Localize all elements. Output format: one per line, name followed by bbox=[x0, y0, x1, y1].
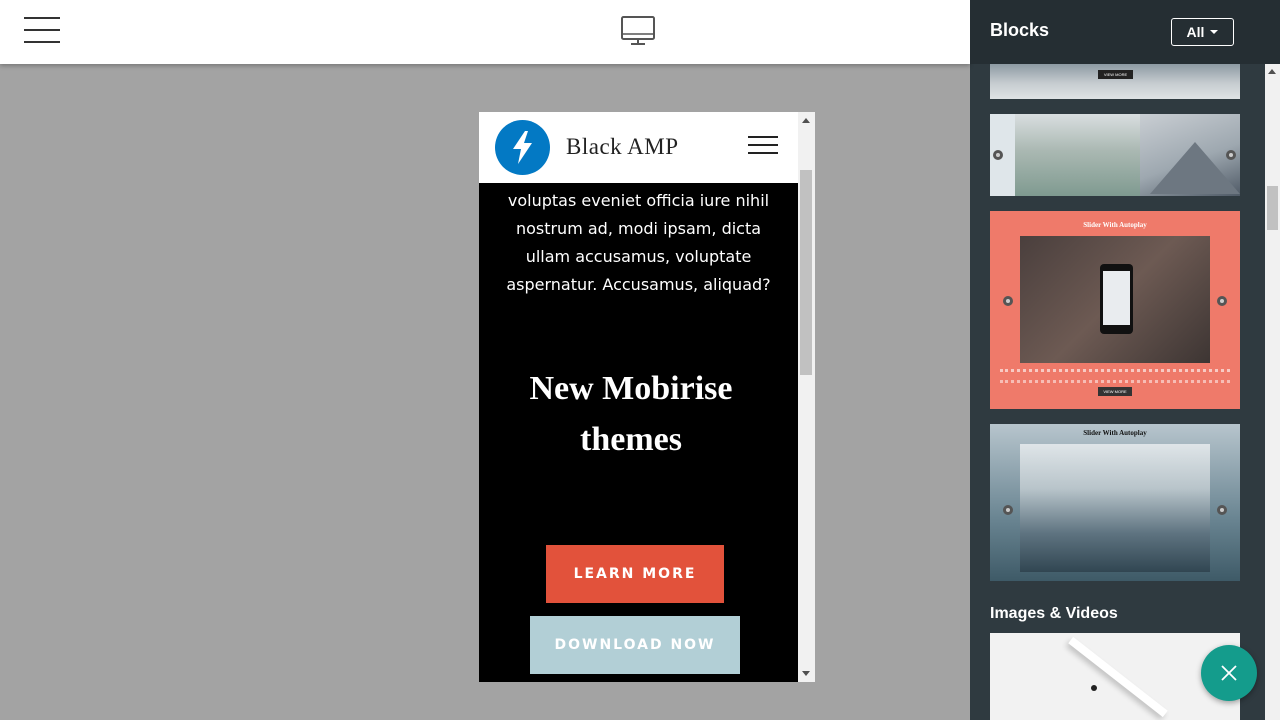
blocks-panel: Blocks All VIEW MORE Slider With Autopla… bbox=[970, 0, 1280, 720]
block-thumbnail[interactable]: VIEW MORE bbox=[990, 64, 1240, 99]
slider-next-icon bbox=[1226, 150, 1236, 160]
thumbnail-device-image bbox=[1068, 636, 1168, 718]
panel-scrollbar-thumb[interactable] bbox=[1267, 186, 1278, 230]
thumbnail-view-more: VIEW MORE bbox=[1098, 70, 1133, 79]
all-filter-label: All bbox=[1186, 24, 1205, 40]
slider-prev-icon bbox=[1003, 296, 1013, 306]
site-brand[interactable]: Black AMP bbox=[566, 134, 678, 160]
thumbnail-mountain-peak bbox=[1150, 142, 1240, 194]
block-thumbnail[interactable]: Slider With Autoplay bbox=[990, 424, 1240, 581]
thumbnail-title: Slider With Autoplay bbox=[1083, 429, 1147, 437]
scroll-up-arrow-icon[interactable] bbox=[802, 118, 810, 123]
learn-more-button[interactable]: LEARN MORE bbox=[546, 545, 724, 603]
block-thumbnail[interactable]: Slider With Autoplay VIEW MORE bbox=[990, 211, 1240, 409]
thumbnail-title: Slider With Autoplay bbox=[1083, 221, 1147, 229]
section-title-images-videos: Images & Videos bbox=[990, 605, 1118, 622]
slider-next-icon bbox=[1217, 296, 1227, 306]
scroll-down-arrow-icon[interactable] bbox=[802, 671, 810, 676]
desktop-monitor-icon[interactable] bbox=[620, 16, 656, 46]
close-icon bbox=[1221, 665, 1237, 681]
blocks-panel-header: Blocks All bbox=[970, 0, 1280, 64]
blocks-panel-title: Blocks bbox=[990, 20, 1050, 40]
mobile-preview: Black AMP voluptas eveniet officia iure … bbox=[479, 112, 815, 682]
hero-title: New Mobirise themes bbox=[529, 370, 733, 458]
thumbnail-device-dot bbox=[1091, 685, 1097, 691]
site-hamburger-menu-icon[interactable] bbox=[748, 136, 778, 156]
block-thumbnail[interactable] bbox=[990, 114, 1240, 196]
slider-prev-icon bbox=[1003, 505, 1013, 515]
preview-scrollbar[interactable] bbox=[798, 112, 815, 682]
close-fab-button[interactable] bbox=[1201, 645, 1257, 701]
site-header: Black AMP bbox=[479, 112, 798, 183]
scroll-up-arrow-icon[interactable] bbox=[1268, 69, 1276, 74]
thumbnail-phone-image bbox=[1020, 236, 1210, 363]
phone-image bbox=[1100, 264, 1133, 334]
thumbnail-forest-image bbox=[1015, 114, 1140, 196]
thumbnail-view-more: VIEW MORE bbox=[1098, 387, 1132, 396]
preview-scrollbar-thumb[interactable] bbox=[800, 170, 812, 375]
panel-scrollbar[interactable] bbox=[1265, 64, 1280, 720]
hero-paragraph: voluptas eveniet officia iure nihil nost… bbox=[506, 191, 771, 294]
thumbnail-glacier-image bbox=[1020, 444, 1210, 572]
caret-down-icon bbox=[1210, 30, 1219, 34]
thumbnail-text-lines bbox=[1000, 369, 1230, 383]
download-now-button[interactable]: DOWNLOAD NOW bbox=[530, 616, 740, 674]
editor-topbar bbox=[0, 0, 970, 64]
slider-next-icon bbox=[1217, 505, 1227, 515]
slider-prev-icon bbox=[993, 150, 1003, 160]
hero-section: voluptas eveniet officia iure nihil nost… bbox=[479, 183, 798, 682]
hamburger-menu-icon[interactable] bbox=[24, 17, 60, 43]
lightning-bolt-icon[interactable] bbox=[495, 120, 550, 175]
all-filter-dropdown[interactable]: All bbox=[1171, 18, 1234, 46]
